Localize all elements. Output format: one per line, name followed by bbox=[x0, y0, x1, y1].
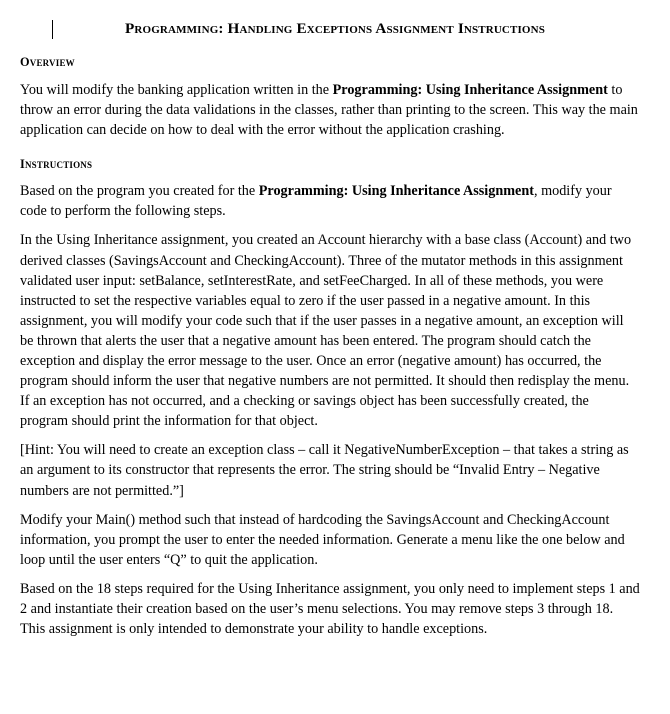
text-cursor-caret bbox=[52, 20, 53, 39]
overview-paragraph: You will modify the banking application … bbox=[20, 80, 640, 140]
section-heading-overview: Overview bbox=[20, 55, 75, 70]
document-page: Programming: Handling Exceptions Assignm… bbox=[0, 0, 670, 714]
instructions-paragraph-2: In the Using Inheritance assignment, you… bbox=[20, 232, 632, 430]
section-heading-instructions: Instructions bbox=[20, 156, 93, 171]
instructions-paragraph-steps: Based on the 18 steps required for the U… bbox=[20, 580, 640, 638]
instructions-p1-part1: Based on the program you created for the bbox=[20, 183, 259, 200]
instructions-p1-bold-assignment-reference: Programming: Using Inheritance Assignmen… bbox=[258, 183, 534, 200]
instructions-paragraph-1: Based on the program you created for the… bbox=[20, 181, 640, 221]
instructions-paragraph-main-method: Modify your Main() method such that inst… bbox=[20, 511, 625, 568]
overview-bold-assignment-reference: Programming: Using Inheritance Assignmen… bbox=[332, 81, 608, 98]
instructions-paragraph-hint: [Hint: You will need to create an except… bbox=[20, 442, 629, 499]
page-title: Programming: Handling Exceptions Assignm… bbox=[124, 20, 545, 37]
overview-text-part1: You will modify the banking application … bbox=[20, 81, 333, 98]
